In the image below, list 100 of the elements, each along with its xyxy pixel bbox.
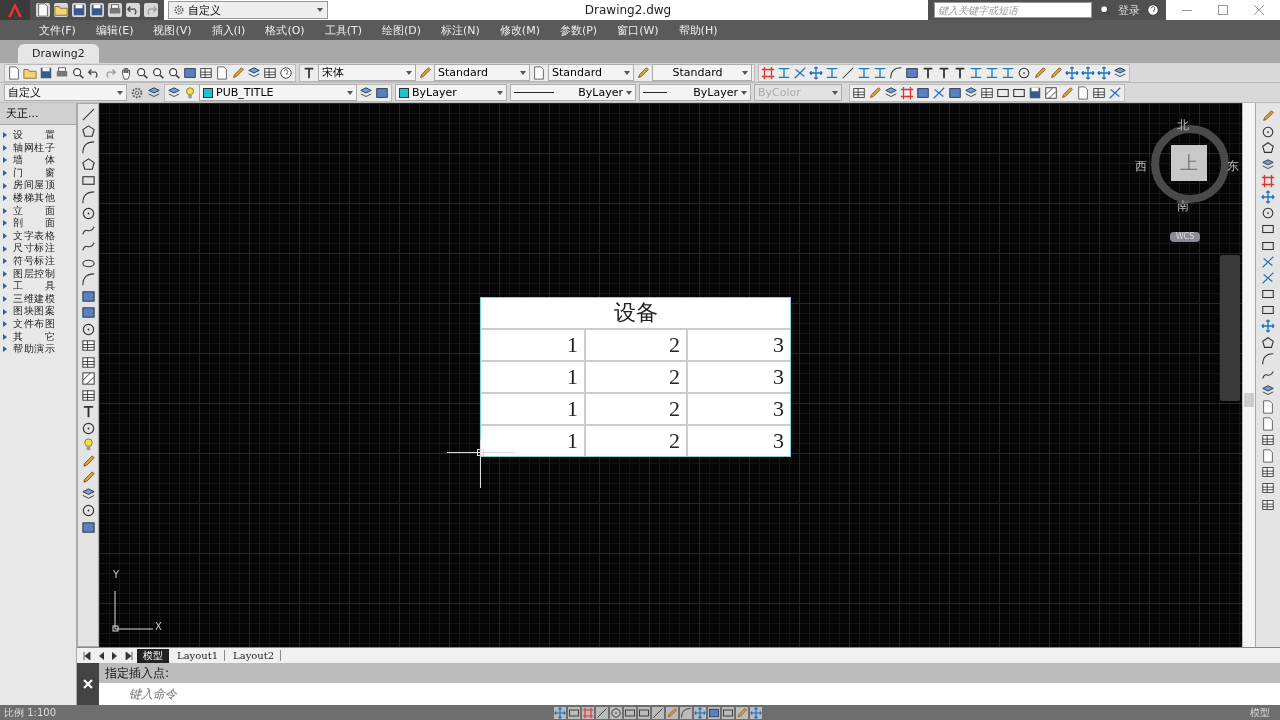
block-icon[interactable] [375, 85, 389, 100]
pencil-icon[interactable] [636, 65, 650, 80]
last-tab-arrow-icon[interactable] [125, 651, 133, 660]
text-style-dropdown[interactable]: Standard [434, 64, 530, 81]
save-icon[interactable] [72, 3, 86, 17]
new-file-icon[interactable] [215, 65, 229, 80]
workspace-dropdown[interactable]: 自定义 [168, 1, 328, 19]
vertical-scrollbar[interactable] [1242, 103, 1255, 647]
palette-item[interactable]: 剖 面 [13, 217, 55, 230]
menu-item[interactable]: 标注(N) [432, 22, 489, 38]
menu-item[interactable]: 绘图(D) [372, 22, 431, 38]
table-icon[interactable] [1261, 481, 1275, 496]
menu-item[interactable]: 窗口(W) [608, 22, 668, 38]
table-icon[interactable] [852, 85, 866, 100]
new-file-icon[interactable] [1261, 400, 1275, 415]
grid-icon[interactable] [1261, 173, 1275, 188]
layers-icon[interactable] [359, 85, 373, 100]
palette-item[interactable]: 其 它 [13, 330, 55, 344]
grid-icon[interactable] [761, 65, 775, 80]
dimension-icon[interactable] [777, 65, 791, 80]
palette-item[interactable]: 符号标注 [13, 254, 55, 268]
table-icon[interactable] [1092, 85, 1106, 100]
move-icon[interactable] [694, 706, 706, 719]
save-icon[interactable] [1028, 85, 1042, 100]
layers-icon[interactable] [167, 85, 181, 100]
annotation-scale[interactable]: 比例 1:100 [4, 705, 72, 720]
palette-item[interactable]: 楼梯其他 [13, 191, 55, 205]
menu-item[interactable]: 编辑(E) [86, 22, 143, 38]
zoom-icon[interactable] [71, 65, 85, 80]
dimension-icon[interactable] [825, 65, 839, 80]
palette-item[interactable]: 房间屋顶 [13, 179, 55, 192]
zoom-icon[interactable] [167, 65, 181, 80]
block-icon[interactable] [916, 85, 930, 100]
palette-item[interactable]: 轴网柱子 [13, 141, 55, 155]
new-file-icon[interactable] [7, 65, 21, 80]
text-icon[interactable] [937, 65, 951, 80]
font-dropdown[interactable]: 宋体 [318, 64, 416, 81]
move-icon[interactable] [1261, 189, 1275, 204]
document-tab[interactable]: Drawing2 [18, 44, 99, 63]
circle-icon[interactable] [80, 321, 96, 337]
help-icon[interactable] [279, 65, 293, 80]
grid-icon[interactable] [900, 85, 914, 100]
zoom-icon[interactable] [1098, 3, 1112, 17]
palette-item[interactable]: 文件布图 [13, 317, 55, 331]
zoom-icon[interactable] [151, 65, 165, 80]
table-icon[interactable] [80, 338, 96, 353]
close-button[interactable] [77, 663, 99, 705]
dimension-icon[interactable] [969, 65, 983, 80]
hand-icon[interactable] [119, 65, 133, 80]
pencil-icon[interactable] [666, 706, 678, 719]
model-space-button[interactable]: 模型 [1244, 705, 1276, 720]
pencil-icon[interactable] [868, 85, 882, 100]
arc-icon[interactable] [1261, 351, 1275, 366]
layout-tab[interactable]: 模型 [137, 648, 169, 663]
pencil-icon[interactable] [80, 453, 96, 469]
table-icon[interactable] [199, 65, 213, 80]
circle-icon[interactable] [80, 503, 96, 518]
arc-icon[interactable] [680, 706, 692, 719]
rectangle-icon[interactable] [568, 706, 580, 719]
command-input[interactable]: 键入命令 [99, 683, 1280, 705]
palette-item[interactable]: 立 面 [13, 204, 55, 218]
move-icon[interactable] [1065, 65, 1079, 80]
trim-icon[interactable] [1261, 270, 1275, 285]
pencil-icon[interactable] [1060, 85, 1074, 100]
palette-item[interactable]: 三维建模 [13, 292, 55, 306]
table-icon[interactable] [1261, 497, 1275, 512]
layers-icon[interactable] [884, 85, 898, 100]
layer-dropdown[interactable]: PUB_TITLE [199, 84, 357, 101]
menu-item[interactable]: 工具(T) [315, 22, 371, 38]
layers-icon[interactable] [247, 65, 261, 80]
pencil-icon[interactable] [418, 65, 432, 80]
compass-label[interactable]: 东 [1227, 158, 1239, 175]
table-icon[interactable] [980, 85, 994, 100]
next-tab-arrow-icon[interactable] [111, 651, 119, 660]
block-icon[interactable] [183, 65, 197, 80]
menu-item[interactable]: 修改(M) [490, 22, 549, 38]
menu-item[interactable]: 插入(I) [202, 22, 255, 38]
table-style-dropdown[interactable]: Standard [652, 64, 752, 81]
pencil-icon[interactable] [80, 470, 96, 485]
previous-tab-arrow-icon[interactable] [97, 651, 105, 660]
gear-icon[interactable] [173, 4, 185, 16]
palette-item[interactable]: 设 置 [13, 129, 55, 142]
polygon-icon[interactable] [80, 123, 96, 139]
pencil-icon[interactable] [231, 65, 245, 80]
block-icon[interactable] [80, 305, 96, 320]
line-icon[interactable] [596, 706, 608, 719]
block-icon[interactable] [708, 706, 720, 719]
text-icon[interactable] [921, 65, 935, 80]
menu-item[interactable]: 格式(O) [256, 22, 314, 38]
new-file-icon[interactable] [1261, 448, 1275, 463]
palette-item[interactable]: 尺寸标注 [13, 242, 55, 255]
save-icon[interactable] [90, 3, 104, 17]
hatch-icon[interactable] [80, 371, 96, 386]
menu-item[interactable]: 帮助(H) [669, 22, 727, 38]
table-icon[interactable] [80, 387, 96, 403]
color-dropdown[interactable]: ByLayer [395, 84, 507, 101]
search-field[interactable]: 键入关键字或短语 [934, 2, 1092, 18]
menu-item[interactable]: 文件(F) [30, 22, 85, 38]
save-icon[interactable] [39, 65, 53, 80]
palette-item[interactable]: 帮助演示 [13, 343, 55, 356]
